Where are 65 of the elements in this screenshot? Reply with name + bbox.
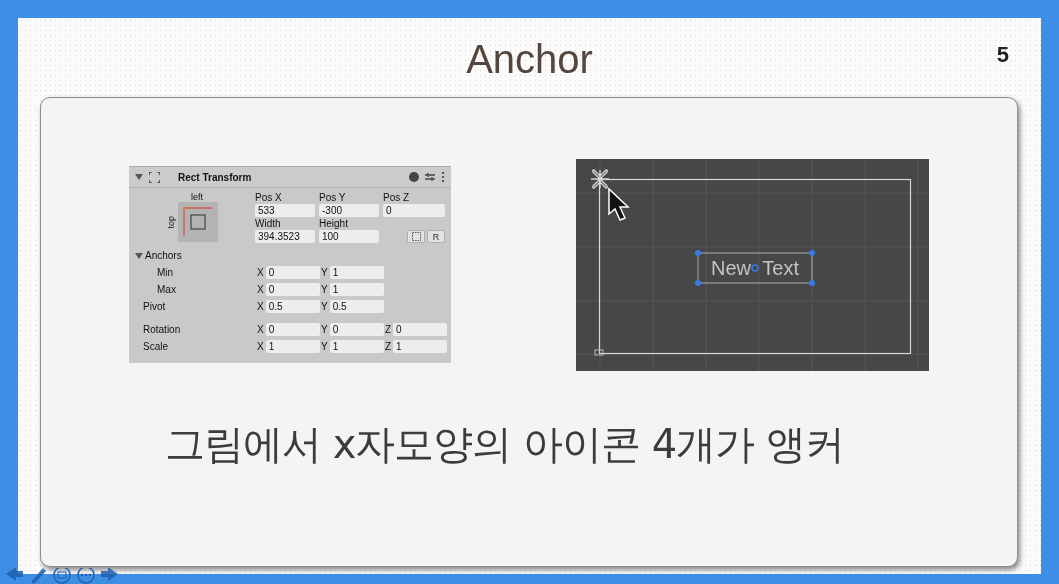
input-field[interactable]: 1 — [329, 266, 384, 279]
input-field[interactable]: 394.3523 — [255, 230, 315, 243]
input-field[interactable]: 1 — [393, 340, 448, 353]
axis-label: Y — [321, 267, 328, 278]
preset-label: left — [191, 192, 203, 202]
input-field[interactable]: 0 — [265, 266, 320, 279]
field-label: Width — [255, 218, 282, 229]
property-label: Rotation — [142, 324, 182, 335]
field-label: Height — [319, 218, 349, 229]
input-field[interactable]: 1 — [329, 283, 384, 296]
cursor-icon — [608, 187, 630, 221]
component-title: Rect Transform — [178, 171, 253, 183]
expanded-arrow-icon[interactable] — [135, 173, 143, 181]
property-label: Max — [156, 284, 177, 295]
axis-label: Y — [321, 284, 328, 295]
raw-edit-button[interactable]: R — [427, 230, 445, 243]
axis-label: Y — [321, 301, 328, 312]
arrows-icon — [149, 171, 160, 183]
caption: 그림에서 x자모양의 아이콘 4개가 앵커 — [165, 420, 844, 469]
small-square-icon — [594, 349, 604, 356]
property-label: Scale — [142, 341, 169, 352]
axis-label: X — [257, 324, 264, 335]
expanded-arrow-icon[interactable] — [135, 251, 143, 260]
property-label: Pivot — [142, 301, 167, 312]
field-label: Pos X — [255, 192, 283, 203]
axis-label: X — [257, 267, 264, 278]
preset-label: top — [166, 215, 176, 229]
page-number: 5 — [996, 42, 1009, 68]
axis-label: Z — [385, 324, 392, 335]
blueprint-button[interactable] — [407, 230, 425, 243]
input-field[interactable]: 1 — [265, 340, 320, 353]
axis-label: X — [257, 284, 264, 295]
input-field[interactable]: 0 — [265, 323, 320, 336]
input-field[interactable]: 0 — [383, 204, 445, 217]
input-field[interactable]: 1 — [329, 340, 384, 353]
input-field[interactable]: -300 — [319, 204, 379, 217]
anchor-icon[interactable] — [590, 169, 610, 189]
anchor-preset-icon — [183, 207, 213, 237]
pen-icon[interactable] — [28, 568, 48, 584]
slide-title: Anchor — [466, 36, 593, 78]
input-field[interactable]: 0 — [393, 323, 448, 336]
input-field[interactable]: 0 — [329, 323, 384, 336]
more-options-icon[interactable] — [76, 568, 96, 584]
selection-frame-drawing[interactable] — [695, 250, 815, 286]
scene-view[interactable]: New Text — [576, 159, 929, 371]
axis-label: X — [257, 301, 264, 312]
axis-label: Z — [385, 341, 392, 352]
axis-label: Y — [321, 341, 328, 352]
next-icon[interactable] — [100, 568, 120, 584]
input-field[interactable]: 100 — [319, 230, 379, 243]
input-field[interactable]: 533 — [255, 204, 315, 217]
field-label: Pos Z — [383, 192, 411, 203]
input-field[interactable]: 0.5 — [329, 300, 384, 313]
dashed-square-icon — [411, 232, 421, 241]
more-icon[interactable] — [441, 172, 445, 182]
input-field[interactable]: 0.5 — [265, 300, 320, 313]
property-label: Min — [156, 267, 175, 278]
axis-label: Y — [321, 324, 328, 335]
screen-icon[interactable] — [52, 568, 72, 584]
previous-icon[interactable] — [4, 568, 24, 584]
axis-label: X — [257, 341, 264, 352]
input-field[interactable]: 0 — [265, 283, 320, 296]
field-label: Pos Y — [319, 192, 347, 203]
section-label[interactable]: Anchors — [145, 250, 182, 261]
sliders-icon[interactable] — [425, 172, 435, 182]
